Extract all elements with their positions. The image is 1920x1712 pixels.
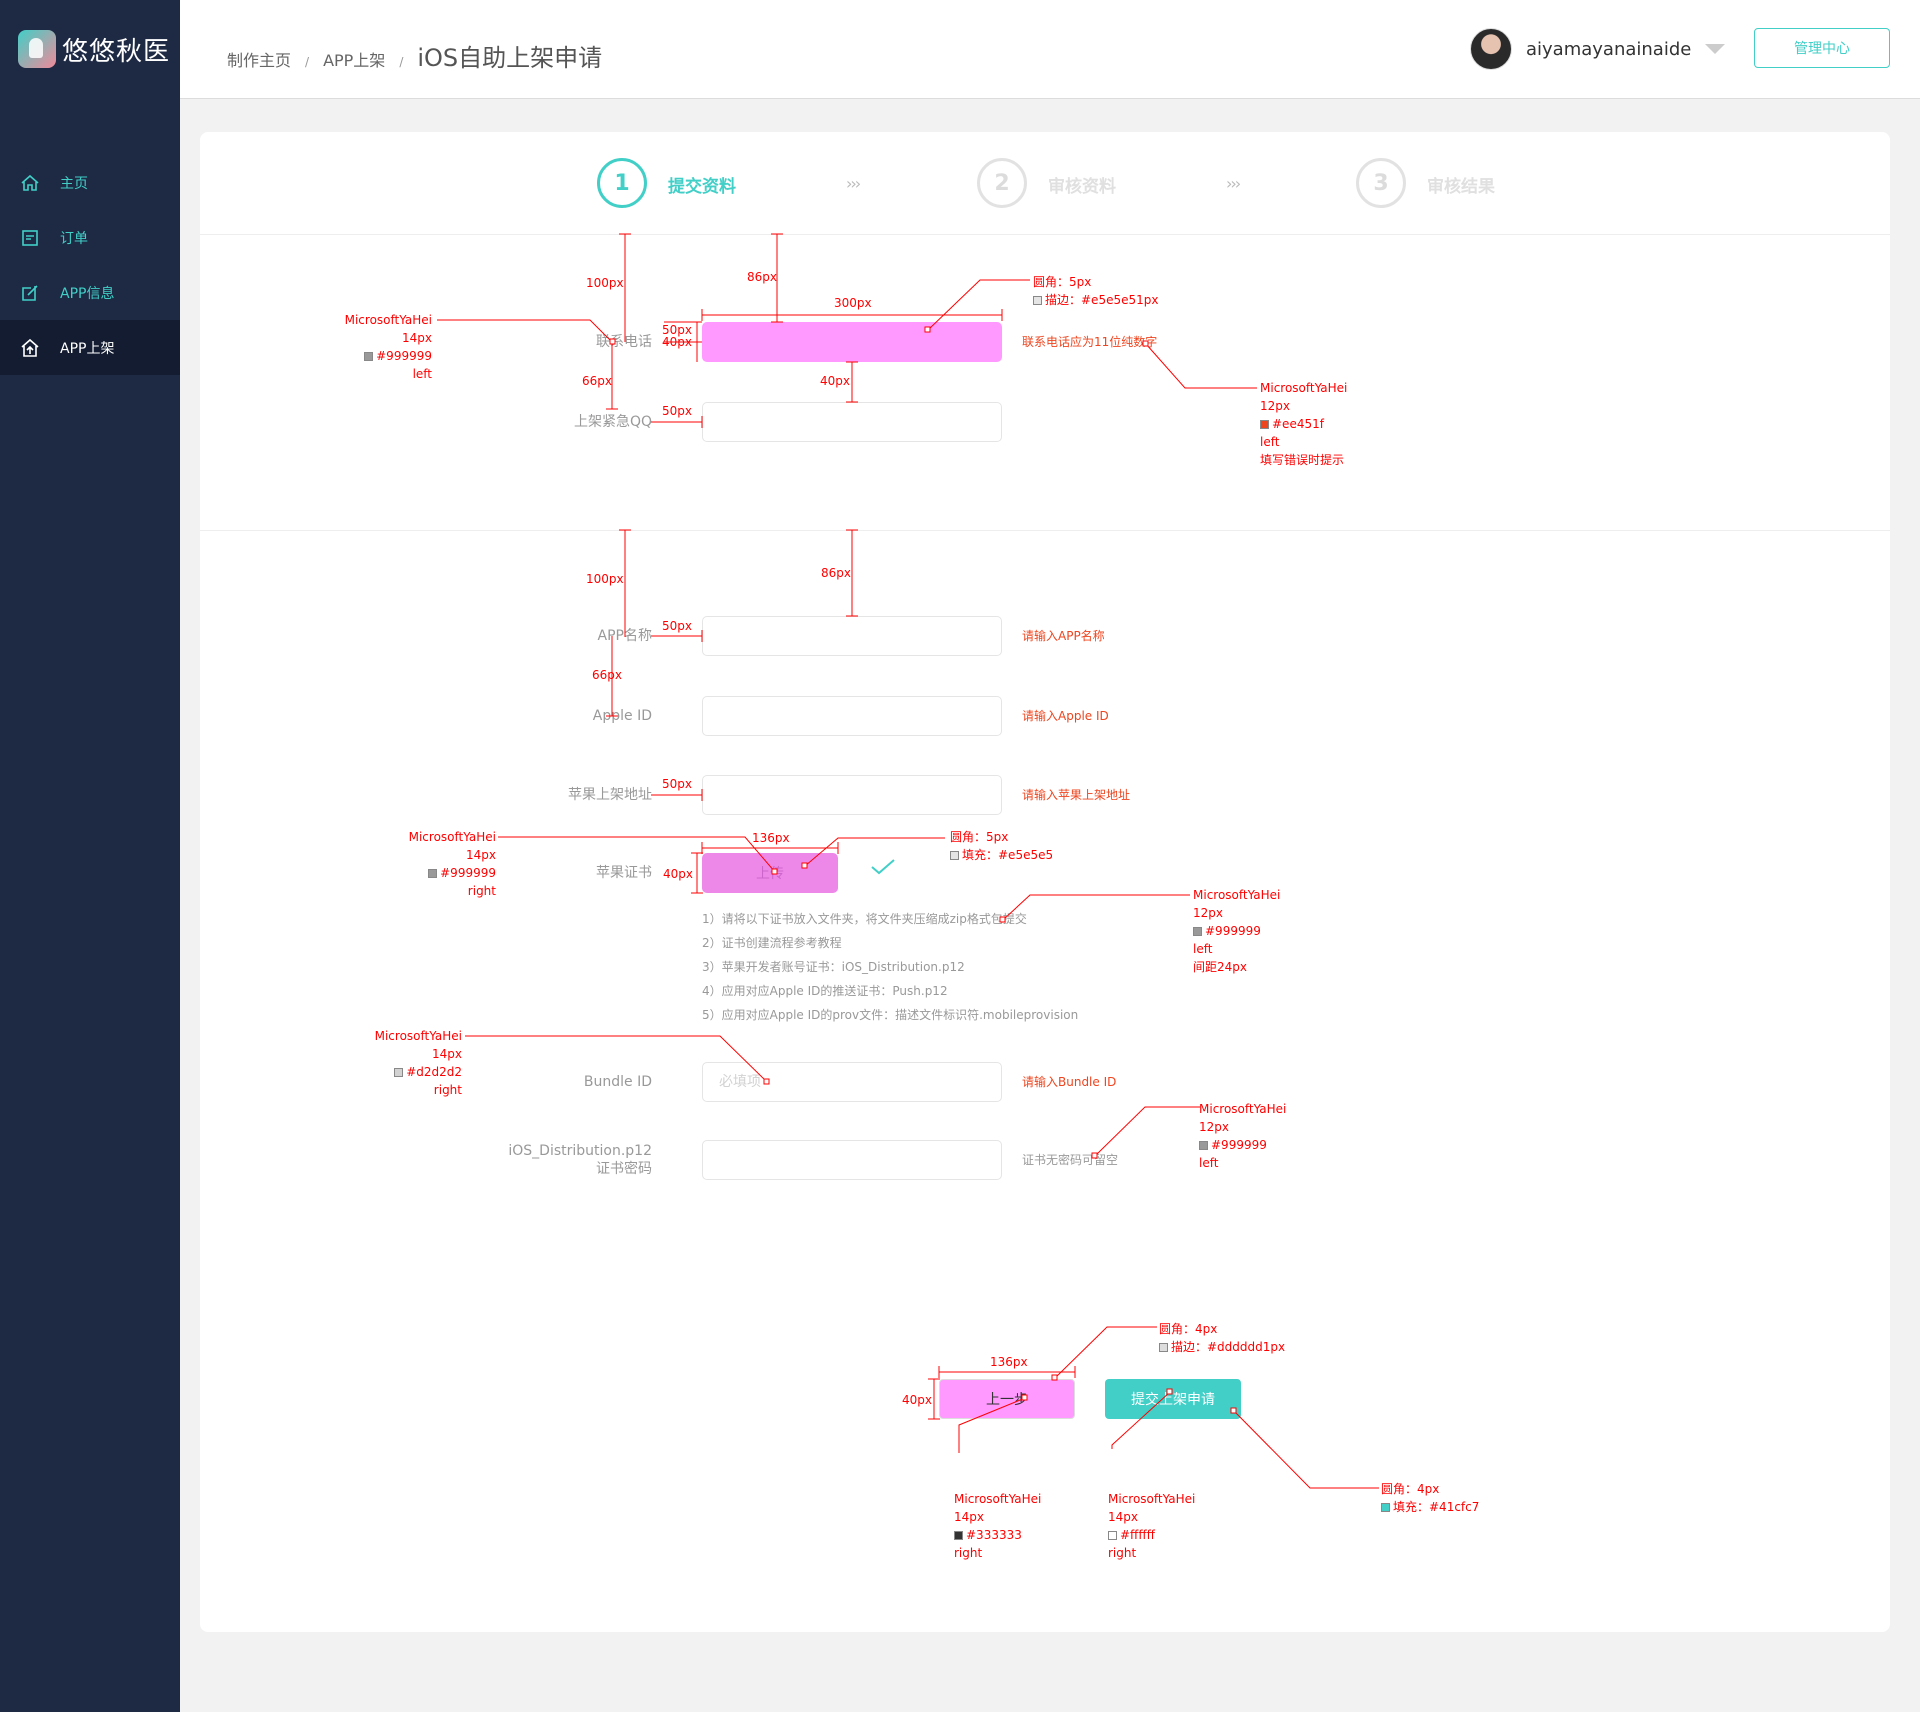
dim-label: 40px (902, 1393, 932, 1407)
annotation-submit-text-spec: MicrosoftYaHei 14px #ffffff right (1108, 1492, 1196, 1560)
annotation-font-spec: MicrosoftYaHei 14px #999999 left (344, 313, 432, 381)
annotation-error-spec: MicrosoftYaHei 12px #ee451f left 填写错误时提示 (1260, 381, 1348, 467)
dim-label: 100px (586, 276, 624, 290)
dim-label: 136px (752, 831, 790, 845)
dim-label: 66px (582, 374, 612, 388)
annotation-input-spec: 圆角：5px 描边：#e5e5e51px (1033, 275, 1159, 307)
dim-label: 40px (820, 374, 850, 388)
dim-label: 50px (662, 777, 692, 791)
dim-label: 136px (990, 1355, 1028, 1369)
annotation-upload-spec: 圆角：5px 填充：#e5e5e5 (950, 830, 1054, 862)
dim-label: 300px (834, 296, 872, 310)
annotation-cert-label-spec: MicrosoftYaHei 14px #999999 right (408, 830, 496, 898)
annotation-prev-text-spec: MicrosoftYaHei 14px #333333 right (954, 1492, 1042, 1560)
annotation-instruction-spec: MicrosoftYaHei 12px #999999 left 间距24px (1193, 888, 1281, 974)
dim-label: 50px (662, 619, 692, 633)
dim-label: 40px (663, 867, 693, 881)
dim-label: 100px (586, 572, 624, 586)
dim-label: 86px (821, 566, 851, 580)
annotation-pwd-hint-spec: MicrosoftYaHei 12px #999999 left (1199, 1102, 1287, 1170)
dim-label: 50px (662, 404, 692, 418)
dim-label: 86px (747, 270, 777, 284)
annotation-placeholder-spec: MicrosoftYaHei 14px #d2d2d2 right (374, 1029, 462, 1097)
annotation-submit-button-spec: 圆角：4px 填充：#41cfc7 (1381, 1482, 1480, 1514)
dim-label: 40px (662, 335, 692, 349)
dim-label: 66px (592, 668, 622, 682)
annotation-prev-button-spec: 圆角：4px 描边：#dddddd1px (1159, 1322, 1286, 1354)
